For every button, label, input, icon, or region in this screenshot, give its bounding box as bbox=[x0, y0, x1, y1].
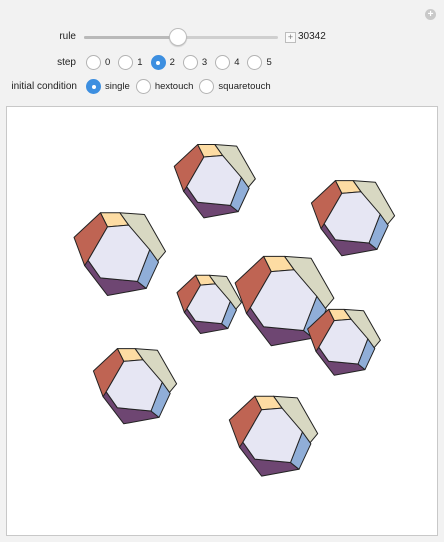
rule-slider-expand-icon[interactable]: + bbox=[285, 32, 296, 43]
octahedron-solid-2 bbox=[310, 180, 396, 257]
radio-button-icon[interactable] bbox=[86, 79, 101, 94]
radio-button-icon[interactable] bbox=[150, 55, 166, 70]
step-option-label: 5 bbox=[266, 57, 272, 68]
initial-condition-option-squaretouch[interactable]: squaretouch bbox=[199, 79, 271, 94]
initial-condition-option-hextouch[interactable]: hextouch bbox=[135, 79, 194, 94]
octahedron-solid-8 bbox=[228, 395, 319, 477]
step-option-5[interactable]: 5 bbox=[247, 55, 272, 70]
step-option-1[interactable]: 1 bbox=[118, 55, 143, 70]
step-option-label: 4 bbox=[234, 57, 240, 68]
initial-condition-label: initial condition bbox=[11, 81, 77, 92]
step-option-3[interactable]: 3 bbox=[182, 55, 208, 70]
step-option-label: 0 bbox=[105, 57, 111, 68]
step-option-2[interactable]: 2 bbox=[150, 55, 175, 70]
radio-button-icon[interactable] bbox=[182, 55, 198, 70]
step-label: step bbox=[57, 57, 76, 68]
octahedra-scene bbox=[73, 144, 396, 477]
octahedron-solid-6 bbox=[307, 308, 381, 376]
step-option-label: 2 bbox=[169, 57, 175, 68]
octahedron-solid-1 bbox=[173, 144, 256, 219]
initial-condition-option-label: squaretouch bbox=[218, 81, 271, 92]
octahedron-solid-3 bbox=[73, 212, 167, 296]
step-radio-group: 0 1 2 3 4 5 bbox=[86, 55, 280, 70]
radio-button-icon[interactable] bbox=[135, 79, 151, 94]
rule-label: rule bbox=[59, 31, 76, 42]
app-window: + rule + 30342 step 0 1 2 3 4 5 initial condi… bbox=[0, 0, 444, 542]
rule-slider-fill bbox=[84, 36, 178, 39]
initial-condition-radio-group: single hextouch squaretouch bbox=[86, 79, 277, 94]
initial-condition-option-label: single bbox=[105, 81, 130, 92]
step-option-4[interactable]: 4 bbox=[215, 55, 239, 70]
radio-button-icon[interactable] bbox=[215, 55, 231, 70]
initial-condition-option-single[interactable]: single bbox=[86, 79, 130, 94]
rule-value: 30342 bbox=[298, 31, 326, 42]
step-option-0[interactable]: 0 bbox=[86, 55, 110, 70]
octahedron-solid-4 bbox=[176, 274, 242, 335]
initial-condition-option-label: hextouch bbox=[154, 81, 194, 92]
radio-button-icon[interactable] bbox=[247, 55, 263, 70]
rule-slider-thumb[interactable] bbox=[169, 28, 188, 46]
radio-button-icon[interactable] bbox=[86, 55, 101, 70]
graphics-canvas[interactable] bbox=[6, 106, 438, 536]
expand-icon[interactable]: + bbox=[425, 9, 436, 20]
step-option-label: 3 bbox=[201, 57, 208, 68]
radio-button-icon[interactable] bbox=[199, 79, 215, 94]
octahedron-solid-7 bbox=[92, 348, 178, 425]
step-option-label: 1 bbox=[137, 57, 143, 68]
radio-button-icon[interactable] bbox=[118, 55, 134, 70]
